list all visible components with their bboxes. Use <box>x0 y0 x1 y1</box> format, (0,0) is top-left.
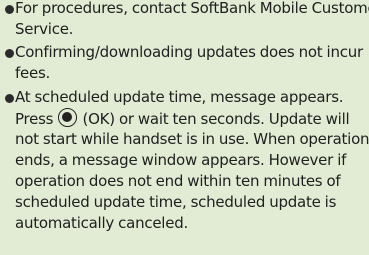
note-item: Confirming/downloading updates does not … <box>0 42 369 88</box>
note-line: scheduled update time, scheduled update … <box>15 193 337 211</box>
note-text: Confirming/downloading updates does not … <box>15 42 365 84</box>
note-text: For procedures, contact SoftBank Mobile … <box>15 0 369 40</box>
note-line: ends, a message window appears. However … <box>15 151 347 169</box>
note-line: Press (OK) or wait ten seconds. Update w… <box>15 108 365 129</box>
bullet-icon <box>5 94 14 103</box>
note-line: fees. <box>15 64 51 82</box>
bullet-icon <box>5 49 14 58</box>
note-line: Confirming/downloading updates does not … <box>15 43 363 61</box>
note-text: At scheduled update time, message appear… <box>15 87 369 234</box>
note-item: For procedures, contact SoftBank Mobile … <box>0 0 369 44</box>
bullet-icon <box>5 5 14 14</box>
note-line: For procedures, contact SoftBank Mobile … <box>15 0 369 17</box>
note-line-segment: (OK) or wait ten seconds. Update will <box>78 110 350 128</box>
note-line: operation does not end within ten minute… <box>15 172 341 190</box>
note-item: At scheduled update time, message appear… <box>0 87 369 255</box>
notes-panel: For procedures, contact SoftBank Mobile … <box>0 0 369 255</box>
note-line-segment: Press <box>15 110 58 128</box>
center-key-icon <box>58 108 78 127</box>
note-line: Service. <box>15 20 74 38</box>
note-line: not start while handset is in use. When … <box>15 130 369 148</box>
note-line: automatically canceled. <box>15 214 188 232</box>
note-line: At scheduled update time, message appear… <box>15 88 344 106</box>
